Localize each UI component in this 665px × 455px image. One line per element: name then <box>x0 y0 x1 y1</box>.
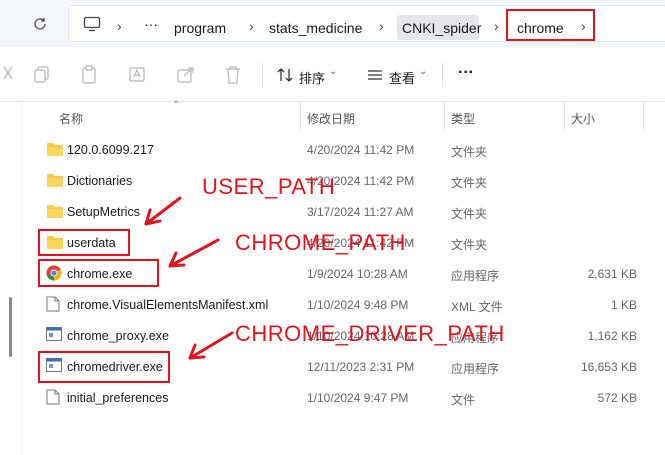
annotation-arrows <box>144 196 234 360</box>
